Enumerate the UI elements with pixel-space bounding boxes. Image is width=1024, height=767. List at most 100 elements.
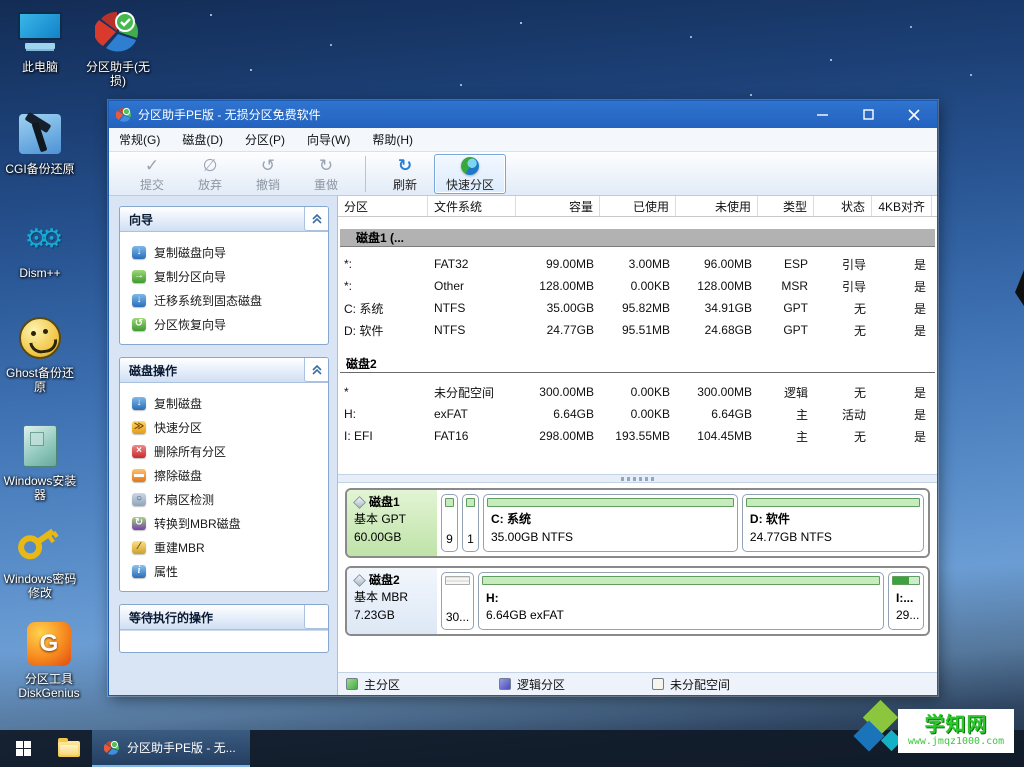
disk2-label[interactable]: 磁盘2 基本 MBR 7.23GB	[347, 568, 437, 634]
usage-strip	[466, 498, 475, 507]
partition-assistant-icon	[79, 6, 157, 58]
partition-block-d[interactable]: D: 软件 24.77GB NTFS	[742, 494, 924, 552]
desktop-icon-windows-password[interactable]: Windows密码修改	[1, 518, 79, 601]
disk-icon	[353, 574, 366, 587]
partition-block-h[interactable]: H: 6.64GB exFAT	[478, 572, 884, 630]
disk2-group-header[interactable]: 磁盘2	[340, 355, 935, 373]
partition-block-esp[interactable]: 9	[441, 494, 458, 552]
menu-disk[interactable]: 磁盘(D)	[182, 131, 223, 148]
collapse-button[interactable]	[304, 605, 328, 629]
redo-arrow-icon: ↻	[319, 156, 333, 176]
folder-icon	[58, 741, 80, 757]
window-titlebar[interactable]: 分区助手PE版 - 无损分区免费软件	[109, 101, 937, 128]
panel-wizards-header: 向导	[120, 207, 328, 232]
column-partition[interactable]: 分区	[338, 196, 428, 216]
sidebar-item-quick-partition[interactable]: ≫快速分区	[120, 415, 328, 439]
desktop-icon-partition-assistant[interactable]: 分区助手(无损)	[79, 6, 157, 89]
desktop-icon-ghost-backup[interactable]: Ghost备份还原	[1, 312, 79, 395]
partition-block-c[interactable]: C: 系统 35.00GB NTFS	[483, 494, 738, 552]
sidebar-item-rebuild-mbr[interactable]: ∕重建MBR	[120, 535, 328, 559]
panel-wizards: 向导 ↓复制磁盘向导 →复制分区向导 ↓迁移系统到固态磁盘 ↺分区恢复向导	[119, 206, 329, 345]
pane-splitter[interactable]	[338, 474, 937, 483]
toolbar-separator	[365, 156, 366, 192]
watermark: 学知网 www.jmqz1000.com	[856, 703, 1016, 761]
active-task-button[interactable]: 分区助手PE版 - 无...	[92, 730, 250, 767]
desktop-icon-windows-installer[interactable]: Windows安装器	[1, 420, 79, 503]
info-icon: i	[132, 565, 146, 578]
table-row[interactable]: C: 系统 NTFS 35.00GB 95.82MB 34.91GB GPT 无…	[338, 297, 937, 319]
discard-button[interactable]: ∅ 放弃	[181, 154, 239, 194]
pending-operations-list[interactable]	[120, 630, 328, 652]
disk1-label[interactable]: 磁盘1 基本 GPT 60.00GB	[347, 490, 437, 556]
sidebar-item-wipe-disk[interactable]: ▬擦除磁盘	[120, 463, 328, 487]
usage-strip	[482, 576, 880, 585]
disk1-graph-row: 磁盘1 基本 GPT 60.00GB 9 1	[345, 488, 930, 558]
submit-button[interactable]: ✓ 提交	[123, 154, 181, 194]
menu-general[interactable]: 常规(G)	[119, 131, 160, 148]
convert-icon: ↻	[132, 517, 146, 530]
disk-graph-area: 磁盘1 基本 GPT 60.00GB 9 1	[338, 483, 937, 672]
sidebar-item-migrate-os-ssd[interactable]: ↓迁移系统到固态磁盘	[120, 288, 328, 312]
legend-bar: 主分区 逻辑分区 未分配空间	[338, 672, 937, 695]
column-used[interactable]: 已使用	[600, 196, 676, 216]
sidebar-item-copy-disk[interactable]: ↓复制磁盘	[120, 391, 328, 415]
legend-primary-partition: 主分区	[346, 676, 499, 693]
minimize-button[interactable]	[799, 101, 845, 128]
table-row[interactable]: *: FAT32 99.00MB 3.00MB 96.00MB ESP 引导 是	[338, 253, 937, 275]
legend-unallocated: 未分配空间	[652, 676, 805, 693]
menu-partition[interactable]: 分区(P)	[245, 131, 285, 148]
partition-block-i[interactable]: I:... 29...	[888, 572, 924, 630]
menu-wizard[interactable]: 向导(W)	[307, 131, 350, 148]
column-capacity[interactable]: 容量	[516, 196, 600, 216]
desktop-icon-this-pc[interactable]: 此电脑	[1, 6, 79, 74]
panel-pending-operations-header: 等待执行的操作	[120, 605, 328, 630]
dism-gears-icon: ⚙⚙	[1, 212, 79, 264]
sidebar-item-convert-to-mbr[interactable]: ↻转换到MBR磁盘	[120, 511, 328, 535]
column-status[interactable]: 状态	[814, 196, 872, 216]
disk1-group-header[interactable]: 磁盘1 (...	[340, 229, 935, 247]
column-4kb-aligned[interactable]: 4KB对齐	[872, 196, 932, 216]
column-unused[interactable]: 未使用	[676, 196, 758, 216]
cancel-circle-icon: ∅	[203, 156, 218, 176]
table-row[interactable]: H: exFAT 6.64GB 0.00KB 6.64GB 主 活动 是	[338, 403, 937, 425]
desktop-icon-diskgenius[interactable]: G 分区工具 DiskGenius	[1, 618, 97, 701]
mouse-cursor	[1015, 270, 1024, 306]
table-row[interactable]: D: 软件 NTFS 24.77GB 95.51MB 24.68GB GPT 无…	[338, 319, 937, 341]
sidebar-item-delete-all-partitions[interactable]: ×删除所有分区	[120, 439, 328, 463]
column-type[interactable]: 类型	[758, 196, 814, 216]
sidebar-item-partition-recovery-wizard[interactable]: ↺分区恢复向导	[120, 312, 328, 336]
primary-partition-swatch	[346, 678, 358, 690]
partition-block-msr[interactable]: 1	[462, 494, 479, 552]
app-icon	[116, 107, 132, 123]
sidebar-item-bad-sector-test[interactable]: ○坏扇区检测	[120, 487, 328, 511]
splitter-grip-icon	[621, 477, 655, 481]
copy-partition-wizard-icon: →	[132, 270, 146, 283]
table-row[interactable]: *: Other 128.00MB 0.00KB 128.00MB MSR 引导…	[338, 275, 937, 297]
sidebar-item-copy-disk-wizard[interactable]: ↓复制磁盘向导	[120, 240, 328, 264]
migrate-os-icon: ↓	[132, 294, 146, 307]
file-explorer-taskbar-button[interactable]	[46, 730, 92, 767]
usage-strip	[746, 498, 920, 507]
collapse-button[interactable]	[304, 207, 328, 231]
close-button[interactable]	[891, 101, 937, 128]
table-row[interactable]: I: EFI FAT16 298.00MB 193.55MB 104.45MB …	[338, 425, 937, 447]
partition-block-unallocated[interactable]: 30...	[441, 572, 474, 630]
partition-table: 分区 文件系统 容量 已使用 未使用 类型 状态 4KB对齐 磁盘1 (... …	[338, 196, 937, 474]
sky-stars	[210, 14, 212, 16]
collapse-button[interactable]	[304, 358, 328, 382]
partition-recovery-icon: ↺	[132, 318, 146, 331]
redo-button[interactable]: ↻ 重做	[297, 154, 355, 194]
menu-help[interactable]: 帮助(H)	[372, 131, 413, 148]
logical-partition-swatch	[499, 678, 511, 690]
undo-button[interactable]: ↺ 撤销	[239, 154, 297, 194]
sidebar-item-properties[interactable]: i属性	[120, 559, 328, 583]
desktop-icon-cgi-backup[interactable]: CGI备份还原	[1, 108, 79, 176]
column-filesystem[interactable]: 文件系统	[428, 196, 516, 216]
quick-partition-button[interactable]: 快速分区	[434, 154, 506, 194]
table-row[interactable]: * 未分配空间 300.00MB 0.00KB 300.00MB 逻辑 无 是	[338, 381, 937, 403]
sidebar-item-copy-partition-wizard[interactable]: →复制分区向导	[120, 264, 328, 288]
maximize-button[interactable]	[845, 101, 891, 128]
refresh-button[interactable]: ↻ 刷新	[376, 154, 434, 194]
start-button[interactable]	[0, 730, 46, 767]
desktop-icon-dism[interactable]: ⚙⚙ Dism++	[1, 212, 79, 280]
